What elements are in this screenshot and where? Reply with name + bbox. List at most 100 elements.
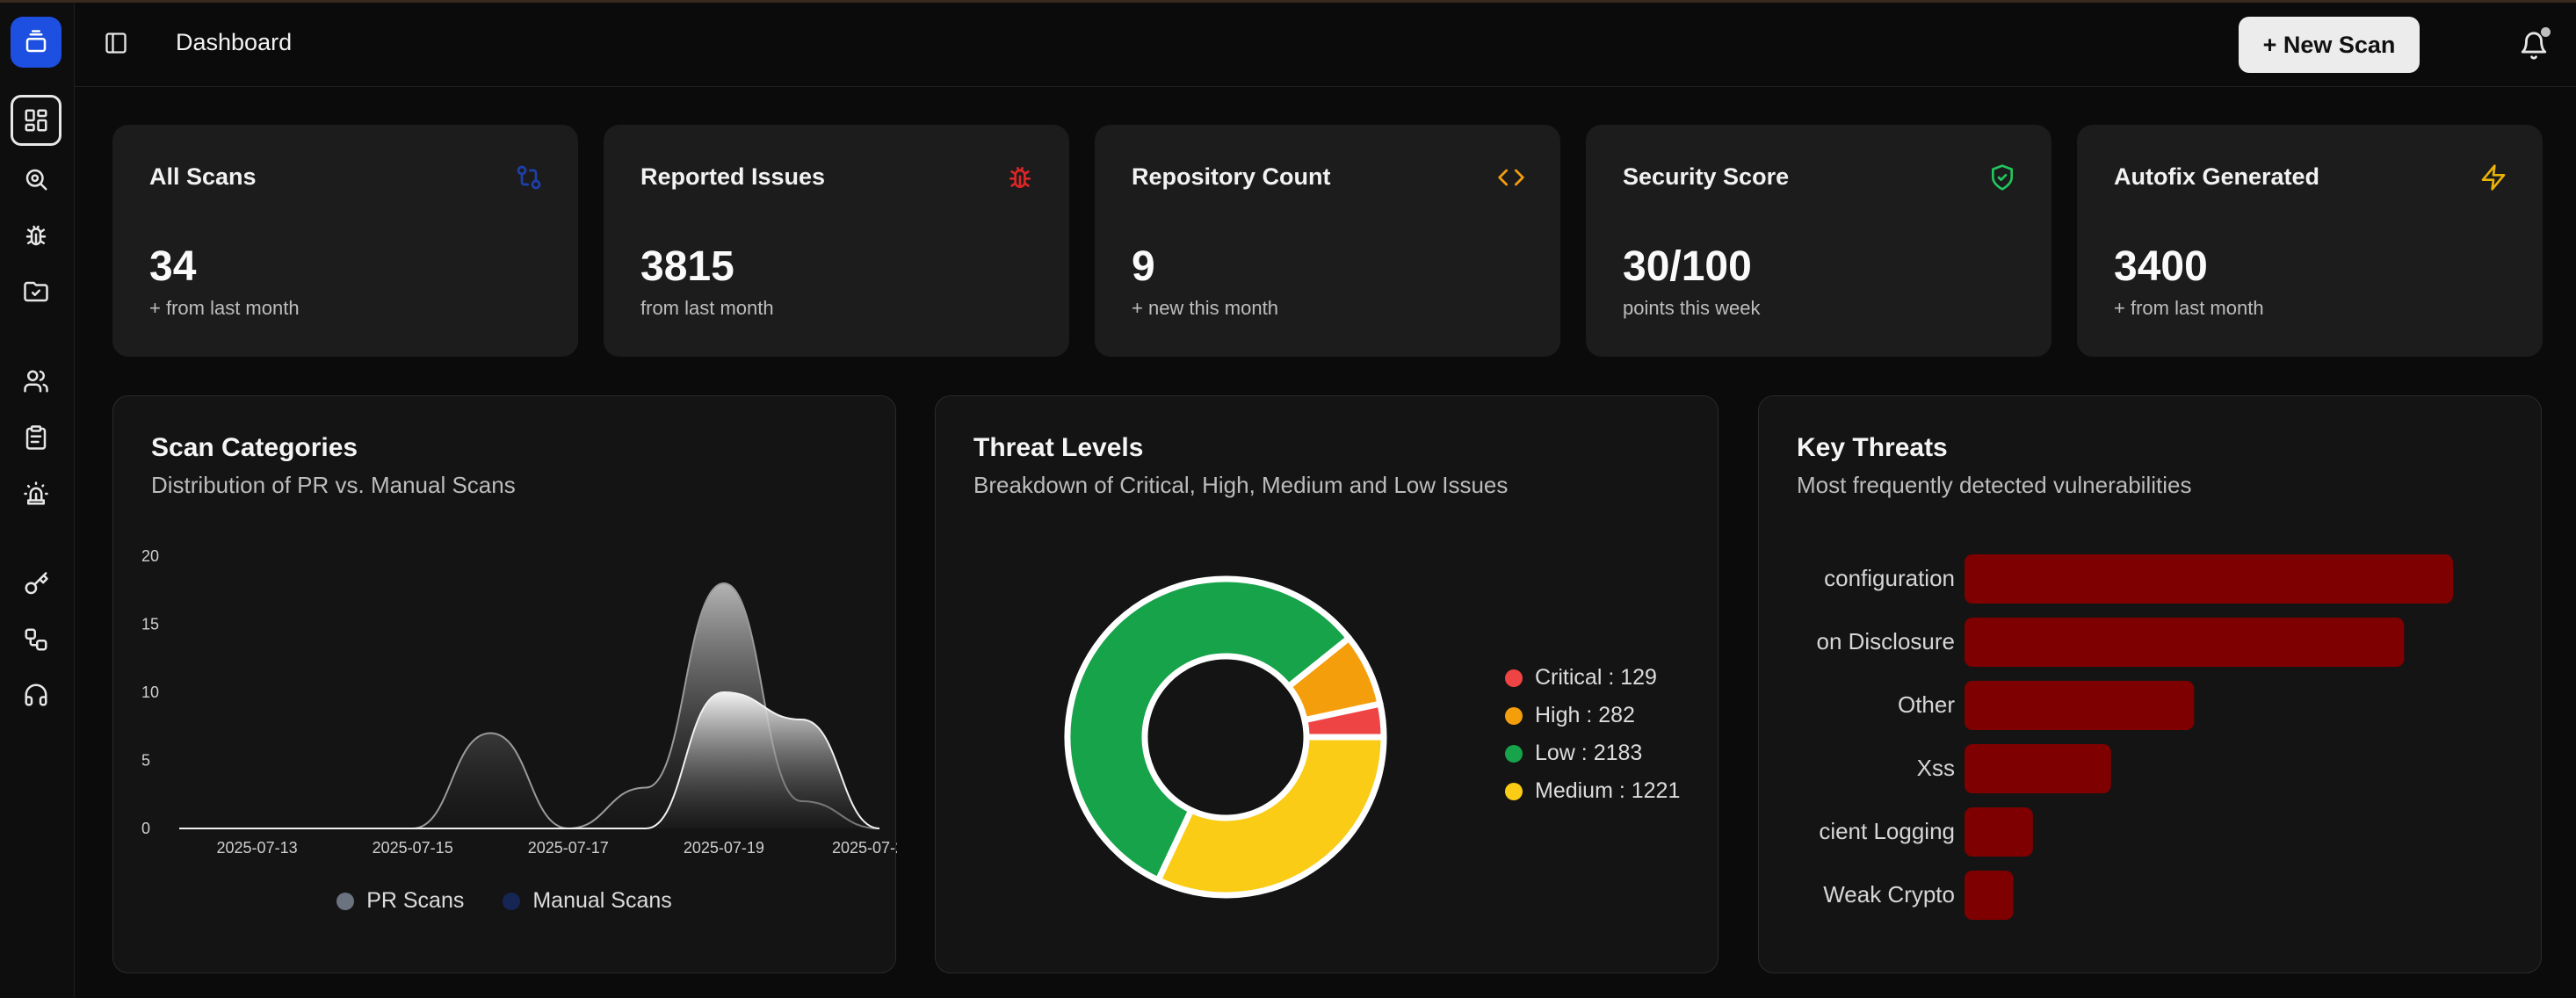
key-threats-panel: Key Threats Most frequently detected vul… (1758, 395, 2542, 973)
bug-icon (25, 225, 47, 246)
threat-label: configuration (1824, 565, 1955, 591)
legend-label: Critical : 129 (1535, 665, 1657, 690)
sidebar-item-users[interactable] (11, 356, 62, 407)
sidebar-item-dashboard[interactable] (11, 95, 62, 146)
x-tick-label: 2025-07-21 (832, 839, 897, 857)
legend-swatch (1505, 744, 1523, 763)
scan-search-icon (25, 169, 47, 191)
stat-title: Autofix Generated (2114, 163, 2320, 190)
legend-item: Medium : 1221 (1505, 778, 1680, 804)
threat-label: Weak Crypto (1823, 881, 1955, 908)
legend-swatch (503, 892, 521, 910)
stat-value: 3815 (640, 243, 734, 290)
legend-swatch (1505, 706, 1523, 725)
workflow-icon (25, 628, 47, 651)
top-header: Dashboard + New Scan (75, 3, 2576, 87)
sidebar-item-clipboard[interactable] (11, 412, 62, 463)
users-icon (24, 370, 48, 393)
folder-check-icon (24, 281, 48, 302)
x-tick-label: 2025-07-19 (684, 839, 764, 857)
x-tick-label: 2025-07-13 (217, 839, 298, 857)
threat-label: Other (1898, 691, 1955, 718)
scan-categories-panel: Scan Categories Distribution of PR vs. M… (112, 395, 897, 973)
stat-value: 3400 (2114, 243, 2208, 290)
panel-left-icon (105, 33, 127, 54)
sidebar-item-bug[interactable] (11, 210, 62, 261)
stat-card: Security Score 30/100 points this week (1586, 125, 2051, 357)
sidebar-item-scan-search[interactable] (11, 154, 62, 205)
stat-value: 30/100 (1623, 243, 1752, 290)
threat-bar[interactable] (1965, 681, 2195, 730)
stat-subtitle: from last month (640, 297, 774, 319)
sidebar-item-headset[interactable] (11, 669, 62, 720)
x-tick-label: 2025-07-15 (373, 839, 453, 857)
code-icon (1497, 163, 1525, 192)
threat-label: Xss (1917, 755, 1955, 781)
threat-label: on Disclosure (1816, 628, 1955, 654)
y-tick-label: 10 (141, 683, 159, 701)
sidebar (0, 3, 75, 998)
sidebar-item-workflow[interactable] (11, 614, 62, 665)
legend-swatch (1505, 669, 1523, 687)
headset-icon (25, 683, 47, 706)
threat-bar[interactable] (1965, 618, 2405, 667)
threat-bar[interactable] (1965, 744, 2111, 793)
stat-subtitle: points this week (1623, 297, 1761, 319)
notification-dot (2541, 27, 2551, 37)
page-title: Dashboard (176, 29, 293, 55)
y-tick-label: 15 (141, 616, 159, 633)
git-compare-icon (515, 163, 543, 192)
threat-bar[interactable] (1965, 871, 2014, 920)
stat-title: Reported Issues (640, 163, 826, 190)
stat-subtitle: + from last month (2114, 297, 2264, 319)
bug-icon (1006, 163, 1034, 192)
layers-icon (25, 30, 47, 53)
y-tick-label: 5 (141, 752, 150, 770)
stat-subtitle: + new this month (1132, 297, 1278, 319)
legend-item: High : 282 (1505, 703, 1680, 728)
legend-item[interactable]: Manual Scans (503, 888, 672, 914)
threat-bar[interactable] (1965, 807, 2033, 857)
clipboard-icon (25, 425, 47, 450)
legend-label: PR Scans (366, 888, 465, 913)
sidebar-item-siren[interactable] (11, 468, 62, 519)
notifications-button[interactable] (2514, 25, 2554, 66)
stat-title: Repository Count (1132, 163, 1331, 190)
zap-icon (2479, 163, 2507, 192)
dashboard-icon (25, 109, 47, 132)
stat-value: 9 (1132, 243, 1155, 290)
stat-card: Autofix Generated 3400 + from last month (2077, 125, 2543, 357)
key-icon (25, 572, 48, 595)
threat-bar[interactable] (1965, 554, 2453, 604)
threat-label: cient Logging (1819, 818, 1955, 844)
sidebar-item-key[interactable] (11, 559, 62, 610)
legend-label: Medium : 1221 (1535, 778, 1681, 803)
y-tick-label: 20 (141, 547, 159, 565)
threat-levels-panel: Threat Levels Breakdown of Critical, Hig… (935, 395, 1719, 973)
shield-check-icon (1988, 163, 2016, 192)
legend-item: Low : 2183 (1505, 741, 1680, 766)
new-scan-button[interactable]: + New Scan (2239, 17, 2420, 73)
legend-label: Low : 2183 (1535, 741, 1643, 765)
legend-swatch (336, 892, 355, 910)
threat-levels-legend: Critical : 129 High : 282 Low : 2183 Medium… (1505, 665, 1680, 804)
sidebar-toggle-button[interactable] (98, 25, 134, 61)
stat-card: All Scans 34 + from last month (112, 125, 578, 357)
y-tick-label: 0 (141, 820, 150, 837)
donut-slice-medium[interactable] (1154, 734, 1387, 899)
app-logo[interactable] (11, 17, 62, 68)
sidebar-item-folder-check[interactable] (11, 266, 62, 317)
legend-swatch (1505, 782, 1523, 800)
stat-title: All Scans (149, 163, 257, 190)
stat-value: 34 (149, 243, 197, 290)
legend-item: Critical : 129 (1505, 665, 1680, 691)
stat-card: Repository Count 9 + new this month (1095, 125, 1560, 357)
legend-item[interactable]: PR Scans (336, 888, 464, 914)
key-threats-chart: configuration on Disclosure Other Xss cient … (1816, 554, 2453, 920)
stat-card: Reported Issues 3815 from last month (604, 125, 1069, 357)
x-tick-label: 2025-07-17 (528, 839, 609, 857)
scan-categories-legend: PR Scans Manual Scans (113, 888, 895, 914)
legend-label: Manual Scans (532, 888, 672, 913)
legend-label: High : 282 (1535, 703, 1635, 727)
siren-icon (24, 481, 48, 505)
